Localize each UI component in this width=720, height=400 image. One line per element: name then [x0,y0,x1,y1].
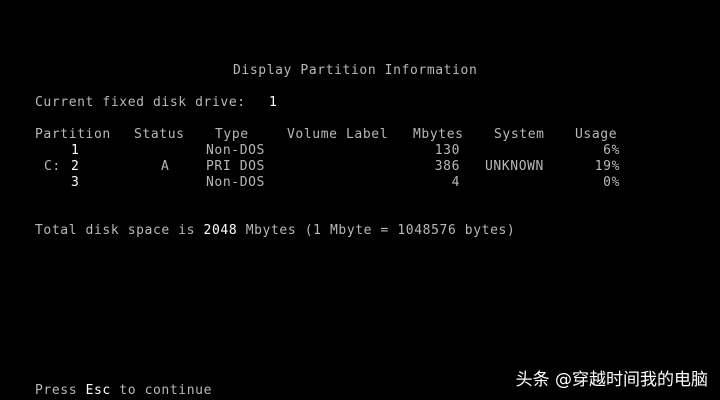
total-prefix: Total disk space is [35,223,196,238]
prompt-suffix: to continue [119,383,212,398]
col-type: Type [215,127,249,142]
col-partition: Partition [35,127,111,142]
esc-key[interactable]: Esc [86,383,111,398]
col-mbytes: Mbytes [413,127,464,142]
row-mbytes: 4 [451,175,460,190]
drive-label: Current fixed disk drive: [35,95,246,110]
row-status: A [161,159,170,174]
screen-title: Display Partition Information [233,63,478,78]
row-usage: 19% [594,159,620,174]
col-status: Status [134,127,185,142]
row-system: UNKNOWN [485,159,544,174]
row-drive-letter: C: [44,159,61,174]
row-partition: 3 [71,175,80,190]
prompt-prefix: Press [35,383,78,398]
row-mbytes: 130 [434,143,460,158]
col-usage: Usage [575,127,618,142]
row-partition: 1 [71,143,80,158]
row-type: PRI DOS [206,159,265,174]
row-mbytes: 386 [434,159,460,174]
row-usage: 6% [603,143,620,158]
total-suffix: Mbytes (1 Mbyte = 1048576 bytes) [245,223,516,238]
col-system: System [494,127,545,142]
continue-prompt[interactable]: Press Esc to continue [35,383,212,399]
row-partition: 2 [71,159,80,174]
total-value: 2048 [203,223,238,238]
total-disk-space: Total disk space is 2048 Mbytes (1 Mbyte… [35,223,515,239]
drive-number: 1 [269,95,278,110]
col-volume-label: Volume Label [287,127,389,142]
row-type: Non-DOS [206,175,265,190]
row-usage: 0% [603,175,620,190]
row-type: Non-DOS [206,143,265,158]
watermark: 头条 @穿越时间我的电脑 [515,370,708,390]
